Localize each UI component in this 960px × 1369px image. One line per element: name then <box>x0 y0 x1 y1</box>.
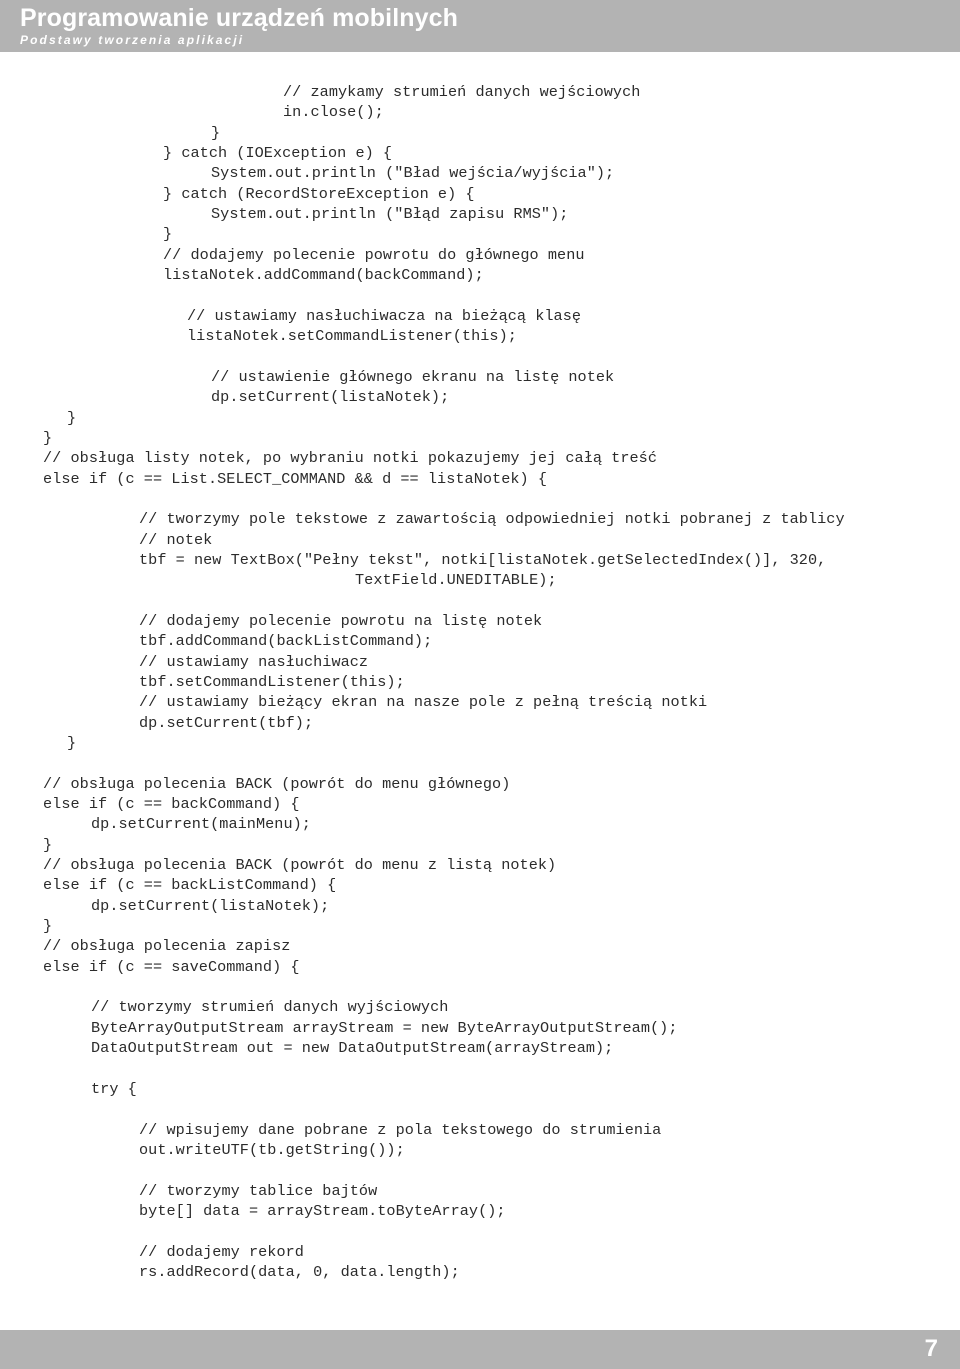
code-line: ByteArrayOutputStream arrayStream = new … <box>91 1018 678 1037</box>
code-line: // tworzymy pole tekstowe z zawartością … <box>139 510 845 529</box>
code-line: tbf.setCommandListener(this); <box>139 672 405 691</box>
code-line: // zamykamy strumień danych wejściowych <box>283 83 641 101</box>
page-number: 7 <box>924 1335 938 1362</box>
code-line: byte[] data = arrayStream.toByteArray(); <box>139 1201 506 1220</box>
code-line: } <box>211 123 221 142</box>
code-line: } <box>43 835 53 854</box>
code-line: // obsługa polecenia BACK (powrót do men… <box>43 856 557 875</box>
code-line: // obsługa polecenia BACK (powrót do men… <box>43 774 511 793</box>
code-line: else if (c == backListCommand) { <box>43 876 337 895</box>
code-line: } <box>43 428 53 447</box>
code-line: System.out.println ("Bład wejścia/wyjści… <box>211 164 615 183</box>
code-line: } <box>43 917 53 936</box>
code-line: // notek <box>139 530 213 549</box>
code-listing-area: // zamykamy strumień danych wejściowych i… <box>0 82 960 1282</box>
code-line: rs.addRecord(data, 0, data.length); <box>139 1262 460 1281</box>
code-line: } <box>67 734 77 752</box>
code-line: dp.setCurrent(listaNotek); <box>211 388 450 407</box>
code-line: } catch (RecordStoreException e) { <box>163 184 475 203</box>
code-line: // dodajemy rekord <box>139 1242 304 1261</box>
code-line: else if (c == List.SELECT_COMMAND && d =… <box>43 469 548 488</box>
code-line: // dodajemy polecenie powrotu na listę n… <box>139 611 543 630</box>
code-line: tbf = new TextBox("Pełny tekst", notki[l… <box>139 550 827 569</box>
code-line: tbf.addCommand(backListCommand); <box>139 632 433 651</box>
code-line: } catch (IOException e) { <box>163 144 393 163</box>
code-line: dp.setCurrent(mainMenu); <box>91 815 311 834</box>
code-line: } <box>163 225 173 244</box>
code-line: listaNotek.addCommand(backCommand); <box>163 266 484 285</box>
code-line: // ustawienie głównego ekranu na listę n… <box>211 367 615 386</box>
code-line: try { <box>91 1079 137 1098</box>
code-line: DataOutputStream out = new DataOutputStr… <box>91 1039 614 1058</box>
code-line: listaNotek.setCommandListener(this); <box>187 327 517 346</box>
page-header-banner: Programowanie urządzeń mobilnych Podstaw… <box>0 0 960 52</box>
code-line: // obsługa polecenia zapisz <box>43 937 291 956</box>
code-line: // ustawiamy bieżący ekran na nasze pole… <box>139 693 708 712</box>
code-line: // wpisujemy dane pobrane z pola tekstow… <box>139 1120 662 1139</box>
code-line: // tworzymy tablice bajtów <box>139 1181 378 1200</box>
code-line: in.close(); <box>283 103 384 122</box>
code-line: // dodajemy polecenie powrotu do główneg… <box>163 245 585 264</box>
code-line: // ustawiamy nasłuchiwacz <box>139 652 369 671</box>
code-line: else if (c == saveCommand) { <box>43 957 300 976</box>
code-line: else if (c == backCommand) { <box>43 795 300 814</box>
code-line: System.out.println ("Błąd zapisu RMS"); <box>211 205 569 224</box>
page-footer-bar: 7 <box>0 1330 960 1369</box>
code-line: TextField.UNEDITABLE); <box>355 571 557 590</box>
code-line: // tworzymy strumień danych wyjściowych <box>91 998 449 1017</box>
code-line: dp.setCurrent(tbf); <box>139 713 314 732</box>
code-line: } <box>67 408 77 427</box>
code-line: // ustawiamy nasłuchiwacza na bieżącą kl… <box>187 306 582 325</box>
page-title: Programowanie urządzeń mobilnych <box>20 4 459 32</box>
code-line: dp.setCurrent(listaNotek); <box>91 896 330 915</box>
page-subtitle: Podstawy tworzenia aplikacji <box>20 33 245 47</box>
java-code-listing: // zamykamy strumień danych wejściowych i… <box>0 82 960 1282</box>
code-line: out.writeUTF(tb.getString()); <box>139 1140 405 1159</box>
code-line: // obsługa listy notek, po wybraniu notk… <box>43 449 657 468</box>
